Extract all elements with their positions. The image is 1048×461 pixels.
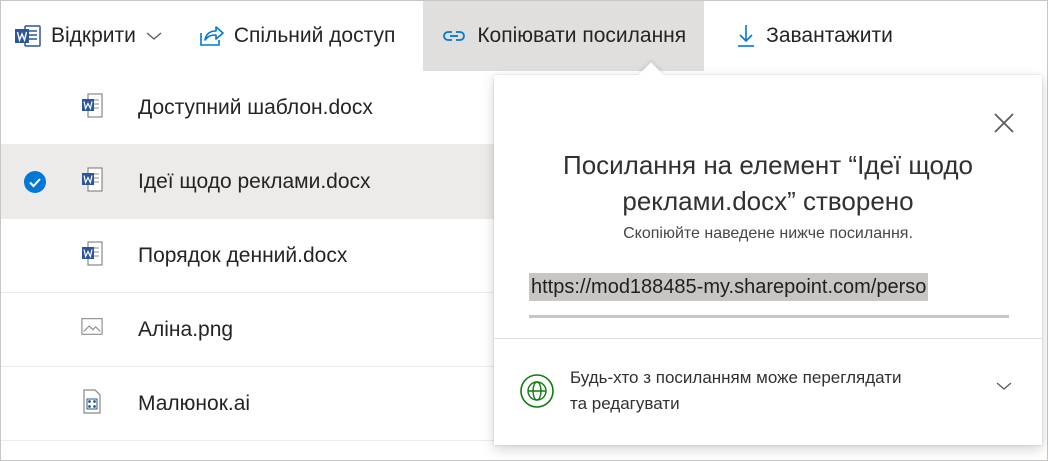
checkmark-circle-icon[interactable] (24, 171, 46, 193)
word-doc-icon (81, 93, 103, 121)
open-label: Відкрити (51, 24, 136, 47)
dialog-title: Посилання на елемент “Ідеї щодо реклами.… (514, 147, 1022, 219)
link-input-underline (529, 315, 1009, 318)
share-icon (198, 25, 224, 47)
word-doc-icon (81, 241, 103, 269)
download-label: Завантажити (766, 24, 893, 47)
link-text-selected[interactable]: https://mod188485-my.sharepoint.com/pers… (529, 273, 929, 301)
link-icon (441, 27, 467, 45)
link-settings-button[interactable]: Будь-хто з посиланням може переглядати т… (520, 361, 1020, 421)
chevron-down-icon (146, 31, 162, 41)
copy-link-button[interactable]: Копіювати посилання (423, 1, 705, 71)
file-name[interactable]: Доступний шаблон.docx (138, 96, 373, 120)
file-name[interactable]: Аліна.png (138, 318, 233, 342)
file-row-selected[interactable]: Ідеї щодо реклами.docx (1, 145, 496, 219)
open-button[interactable]: Відкрити (1, 1, 176, 71)
globe-icon (520, 374, 554, 408)
file-name[interactable]: Малюнок.ai (138, 392, 250, 416)
chevron-down-icon[interactable] (996, 381, 1012, 391)
share-label: Спільний доступ (233, 24, 396, 47)
file-row[interactable]: Малюнок.ai (1, 367, 496, 441)
dialog-title-line2: реклами.docx” створено (622, 186, 914, 216)
image-file-icon (81, 315, 103, 343)
file-name[interactable]: Порядок денний.docx (138, 244, 347, 268)
dialog-divider (494, 338, 1042, 339)
copy-link-dialog: Посилання на елемент “Ідеї щодо реклами.… (494, 62, 1042, 445)
word-doc-icon (81, 167, 103, 195)
file-row[interactable]: Доступний шаблон.docx (1, 71, 496, 145)
file-row[interactable]: Порядок денний.docx (1, 219, 496, 293)
share-button[interactable]: Спільний доступ (176, 1, 409, 71)
permission-text: Будь-хто з посиланням може переглядати т… (570, 365, 990, 417)
download-icon (736, 24, 756, 48)
file-row[interactable]: Аліна.png (1, 293, 496, 367)
permission-line2: та редагувати (570, 394, 680, 413)
file-name[interactable]: Ідеї щодо реклами.docx (138, 170, 371, 194)
command-bar: Відкрити Спільний доступ Копіювати посил… (1, 1, 1047, 71)
permission-line1: Будь-хто з посиланням може переглядати (570, 368, 902, 387)
word-app-icon (15, 25, 41, 47)
dialog-title-line1: Посилання на елемент “Ідеї щодо (563, 150, 973, 180)
file-list: Доступний шаблон.docx Ідеї щодо реклами.… (1, 71, 496, 441)
copy-link-label: Копіювати посилання (477, 24, 687, 47)
download-button[interactable]: Завантажити (704, 1, 907, 71)
illustrator-file-icon (81, 389, 103, 417)
link-input[interactable]: https://mod188485-my.sharepoint.com/pers… (529, 273, 1009, 303)
dialog-subtitle: Скопіюйте наведене нижче посилання. (623, 225, 913, 242)
close-icon[interactable] (992, 111, 1016, 135)
